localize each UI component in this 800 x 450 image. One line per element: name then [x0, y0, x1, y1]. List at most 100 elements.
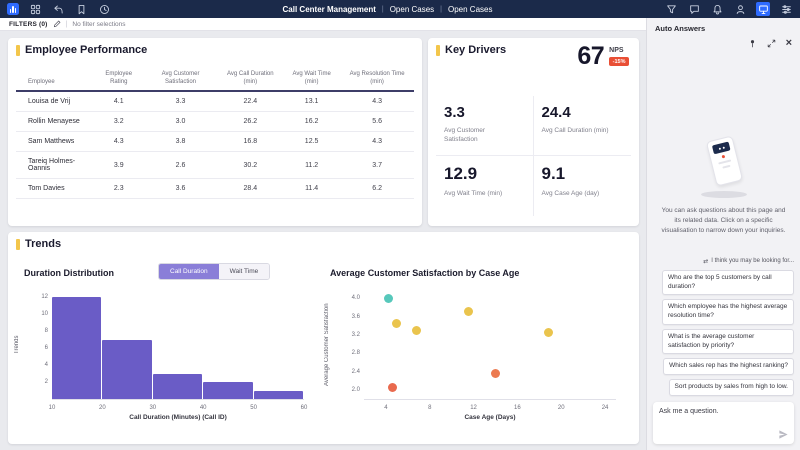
x-tick-label: 20 — [558, 405, 565, 411]
duration-histogram-plot: 24681012102030405060 — [52, 290, 304, 400]
y-tick-label: 8 — [45, 328, 48, 334]
edit-filters-icon[interactable] — [53, 20, 61, 28]
table-cell: 3.8 — [143, 132, 217, 152]
metric-cell[interactable]: 24.4Avg Call Duration (min) — [534, 96, 632, 156]
expand-icon[interactable] — [767, 39, 776, 48]
column-header[interactable]: Employee — [16, 68, 94, 91]
y-tick-label: 6 — [45, 345, 48, 351]
card-title-text: Employee Performance — [25, 44, 147, 56]
histogram-bar[interactable] — [52, 297, 101, 399]
auto-answers-monitor-icon[interactable] — [756, 2, 770, 16]
question-input[interactable] — [653, 402, 794, 444]
scatter-point[interactable] — [384, 294, 393, 303]
table-row[interactable]: Sam Matthews4.33.816.812.54.3 — [16, 132, 414, 152]
card-title-text: Key Drivers — [445, 44, 506, 56]
user-icon[interactable] — [733, 2, 747, 16]
toggle-call-duration[interactable]: Call Duration — [159, 264, 219, 279]
suggestion-chip[interactable]: Which sales rep has the highest ranking? — [663, 358, 794, 375]
table-row[interactable]: Tom Davies2.33.628.411.46.2 — [16, 179, 414, 199]
card-accent-icon — [16, 239, 20, 250]
apps-grid-icon[interactable] — [28, 2, 42, 16]
y-tick-label: 4 — [45, 362, 48, 368]
scatter-point[interactable] — [388, 383, 397, 392]
histogram-x-axis-label: Call Duration (Minutes) (Call ID) — [52, 414, 304, 421]
histogram-bar[interactable] — [102, 340, 151, 399]
breadcrumb-item[interactable]: Open Cases — [448, 5, 492, 14]
bell-icon[interactable] — [710, 2, 724, 16]
table-cell: 3.7 — [340, 152, 414, 179]
metric-value: 3.3 — [444, 104, 529, 121]
filters-label[interactable]: FILTERS (0) — [9, 21, 48, 28]
metric-cell[interactable]: 3.3Avg Customer Satisfaction — [436, 96, 534, 156]
histogram-bar[interactable] — [203, 382, 252, 399]
assistant-intro-text: You can ask questions about this page an… — [660, 206, 787, 236]
column-header[interactable]: Avg Call Duration (min) — [218, 68, 283, 91]
suggestion-chip[interactable]: Who are the top 5 customers by call dura… — [662, 270, 794, 296]
histogram-bar[interactable] — [153, 374, 202, 399]
table-cell: 5.6 — [340, 112, 414, 132]
card-title-text: Trends — [25, 238, 61, 250]
share-icon[interactable] — [51, 2, 65, 16]
navbar-right — [664, 2, 793, 16]
table-row[interactable]: Rollin Menayese3.23.026.216.25.6 — [16, 112, 414, 132]
suggestion-chip[interactable]: Sort products by sales from high to low. — [669, 379, 794, 396]
breadcrumb-item[interactable]: Open Cases — [390, 5, 434, 14]
history-icon[interactable] — [97, 2, 111, 16]
employee-table: EmployeeEmployee RatingAvg Customer Sati… — [16, 68, 414, 199]
toggle-wait-time[interactable]: Wait Time — [219, 264, 270, 279]
pin-icon[interactable] — [748, 39, 757, 48]
refresh-icon[interactable]: ⇄ — [703, 258, 708, 265]
suggestion-chip[interactable]: What is the average customer satisfactio… — [662, 329, 794, 355]
y-tick-label: 10 — [41, 311, 48, 317]
close-icon[interactable]: × — [786, 38, 792, 49]
table-cell: 2.6 — [143, 152, 217, 179]
column-header[interactable]: Avg Resolution Time (min) — [340, 68, 414, 91]
breadcrumb-item[interactable]: Call Center Management — [283, 5, 376, 14]
table-row[interactable]: Tareiq Holmes-Oannis3.92.630.211.23.7 — [16, 152, 414, 179]
send-icon[interactable] — [778, 429, 789, 440]
filters-bar[interactable]: FILTERS (0) | No filter selections — [0, 18, 646, 31]
metric-cell[interactable]: 12.9Avg Wait Time (min) — [436, 156, 534, 216]
scatter-point[interactable] — [464, 307, 473, 316]
scatter-point[interactable] — [544, 328, 553, 337]
scatter-point[interactable] — [412, 326, 421, 335]
x-tick-label: 12 — [470, 405, 477, 411]
app-logo[interactable] — [7, 3, 19, 15]
navbar-left — [7, 2, 111, 16]
suggestion-chip[interactable]: Which employee has the highest average r… — [662, 299, 794, 325]
key-drivers-title: Key Drivers — [436, 44, 506, 56]
table-cell: 16.2 — [283, 112, 340, 132]
table-cell: 28.4 — [218, 179, 283, 199]
table-cell: 4.3 — [340, 132, 414, 152]
robot-dot — [722, 155, 726, 159]
column-header[interactable]: Avg Wait Time (min) — [283, 68, 340, 91]
bookmark-icon[interactable] — [74, 2, 88, 16]
panel-icons: × — [748, 38, 792, 49]
table-cell: 4.1 — [94, 91, 143, 112]
breadcrumb: Call Center Management|Open Cases|Open C… — [111, 5, 664, 14]
scatter-point[interactable] — [392, 319, 401, 328]
x-tick-label: 40 — [200, 405, 207, 411]
table-cell: 4.3 — [94, 132, 143, 152]
table-row[interactable]: Louisa de Vrij4.13.322.413.14.3 — [16, 91, 414, 112]
metric-label: Avg Call Duration (min) — [542, 126, 614, 135]
settings-sliders-icon[interactable] — [779, 2, 793, 16]
scatter-point[interactable] — [491, 369, 500, 378]
column-header[interactable]: Avg Customer Satisfaction — [143, 68, 217, 91]
scatter-y-axis-label: Average Customer Satisfaction — [324, 290, 330, 400]
histogram-title: Duration Distribution — [24, 268, 114, 278]
filter-icon[interactable] — [664, 2, 678, 16]
table-cell: 13.1 — [283, 91, 340, 112]
trends-title: Trends — [16, 238, 61, 250]
suggestion-list: ⇄ I think you may be looking for... Who … — [653, 268, 794, 396]
table-cell: 22.4 — [218, 91, 283, 112]
metric-cell[interactable]: 9.1Avg Case Age (day) — [534, 156, 632, 216]
histogram-bar[interactable] — [254, 391, 303, 399]
y-tick-label: 4.0 — [352, 295, 360, 301]
question-input-card — [653, 402, 794, 444]
column-header[interactable]: Employee Rating — [94, 68, 143, 91]
nps-block[interactable]: 67 NPS -15% — [577, 44, 629, 69]
histogram-y-axis-label: Trends — [14, 290, 20, 400]
comment-icon[interactable] — [687, 2, 701, 16]
key-drivers-card: Key Drivers 67 NPS -15% 3.3Avg Customer … — [428, 38, 639, 226]
